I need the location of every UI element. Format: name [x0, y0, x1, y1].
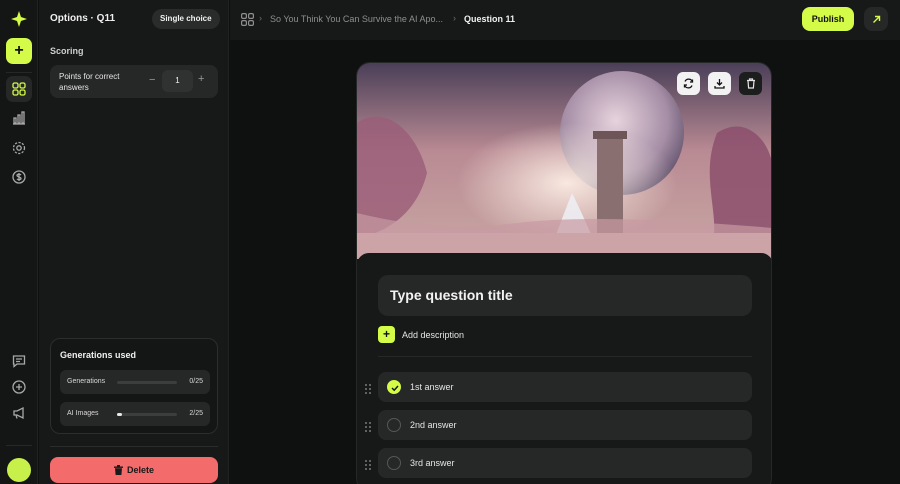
create-button[interactable]: + [6, 38, 32, 64]
publish-button[interactable]: Publish [802, 7, 854, 31]
check-icon [391, 385, 399, 392]
refresh-icon [683, 78, 694, 89]
trash-icon [746, 78, 755, 89]
points-input[interactable]: 1 [162, 70, 193, 92]
delete-image-button[interactable] [739, 72, 762, 95]
billing-icon[interactable] [6, 164, 32, 190]
avatar[interactable] [7, 458, 31, 482]
add-circle-icon[interactable] [6, 374, 32, 400]
arrow-up-right-icon [872, 15, 880, 23]
correct-answer-radio[interactable] [387, 380, 401, 394]
increment-button[interactable]: + [198, 73, 204, 85]
usage-bar [117, 413, 177, 416]
generations-card: Generations used Generations 0/25 AI Ima… [50, 338, 218, 434]
answer-label[interactable]: 3rd answer [410, 458, 455, 468]
add-description-button[interactable]: + Add description [378, 326, 464, 343]
points-setting: Points for correct answers − 1 + [50, 65, 218, 98]
points-label: Points for correct answers [59, 72, 120, 92]
plus-icon: + [378, 326, 395, 343]
settings-icon[interactable] [6, 135, 32, 161]
drag-handle-icon[interactable] [364, 421, 372, 433]
scoring-heading: Scoring [50, 46, 84, 56]
answer-radio[interactable] [387, 418, 401, 432]
grid-icon[interactable] [241, 13, 254, 26]
drag-handle-icon[interactable] [364, 459, 372, 471]
trash-icon [113, 465, 123, 475]
question-body: Type question title + Add description 1s… [357, 253, 771, 484]
answer-option[interactable]: 1st answer [378, 372, 752, 402]
ai-images-row: AI Images 2/25 [60, 402, 210, 426]
rail-divider [6, 445, 32, 446]
drag-handle-icon[interactable] [364, 383, 372, 395]
editor-canvas: Type question title + Add description 1s… [230, 40, 900, 484]
add-description-label: Add description [402, 329, 465, 340]
answer-label[interactable]: 2nd answer [410, 420, 457, 430]
usage-count: 2/25 [189, 410, 203, 417]
decrement-button[interactable]: − [149, 74, 155, 86]
top-bar: › So You Think You Can Survive the AI Ap… [230, 0, 900, 40]
usage-bar [117, 381, 177, 384]
usage-count: 0/25 [189, 378, 203, 385]
download-icon [714, 79, 725, 89]
question-type-chip[interactable]: Single choice [152, 9, 220, 29]
divider [378, 356, 752, 357]
delete-button[interactable]: Delete [50, 457, 218, 483]
open-external-button[interactable] [864, 7, 888, 31]
answer-label[interactable]: 1st answer [410, 382, 454, 392]
usage-name: Generations [67, 378, 106, 385]
feedback-icon[interactable] [6, 348, 32, 374]
chevron-right-icon: › [259, 13, 262, 23]
delete-label: Delete [126, 465, 154, 475]
announcement-icon[interactable] [6, 400, 32, 426]
options-panel: Options · Q11 Single choice Scoring Poin… [39, 0, 229, 484]
icon-rail: + [0, 0, 38, 484]
logo-icon [11, 11, 27, 27]
answer-option[interactable]: 2nd answer [378, 410, 752, 440]
breadcrumb-quiz[interactable]: So You Think You Can Survive the AI Apo.… [270, 14, 443, 24]
rail-divider [6, 72, 32, 73]
analytics-icon[interactable] [6, 105, 32, 131]
panel-title: Options · Q11 [50, 13, 116, 24]
answer-radio[interactable] [387, 456, 401, 470]
regenerate-image-button[interactable] [677, 72, 700, 95]
generations-title: Generations used [60, 350, 137, 360]
usage-name: AI Images [67, 410, 99, 417]
chevron-right-icon: › [453, 13, 456, 23]
download-image-button[interactable] [708, 72, 731, 95]
answer-option[interactable]: 3rd answer [378, 448, 752, 478]
image-toolbar [677, 72, 762, 95]
breadcrumb-current: Question 11 [464, 14, 516, 24]
panel-divider [50, 446, 218, 447]
question-card: Type question title + Add description 1s… [356, 62, 772, 484]
dashboard-icon[interactable] [6, 76, 32, 102]
generations-row: Generations 0/25 [60, 370, 210, 394]
question-title-input[interactable]: Type question title [378, 275, 752, 316]
